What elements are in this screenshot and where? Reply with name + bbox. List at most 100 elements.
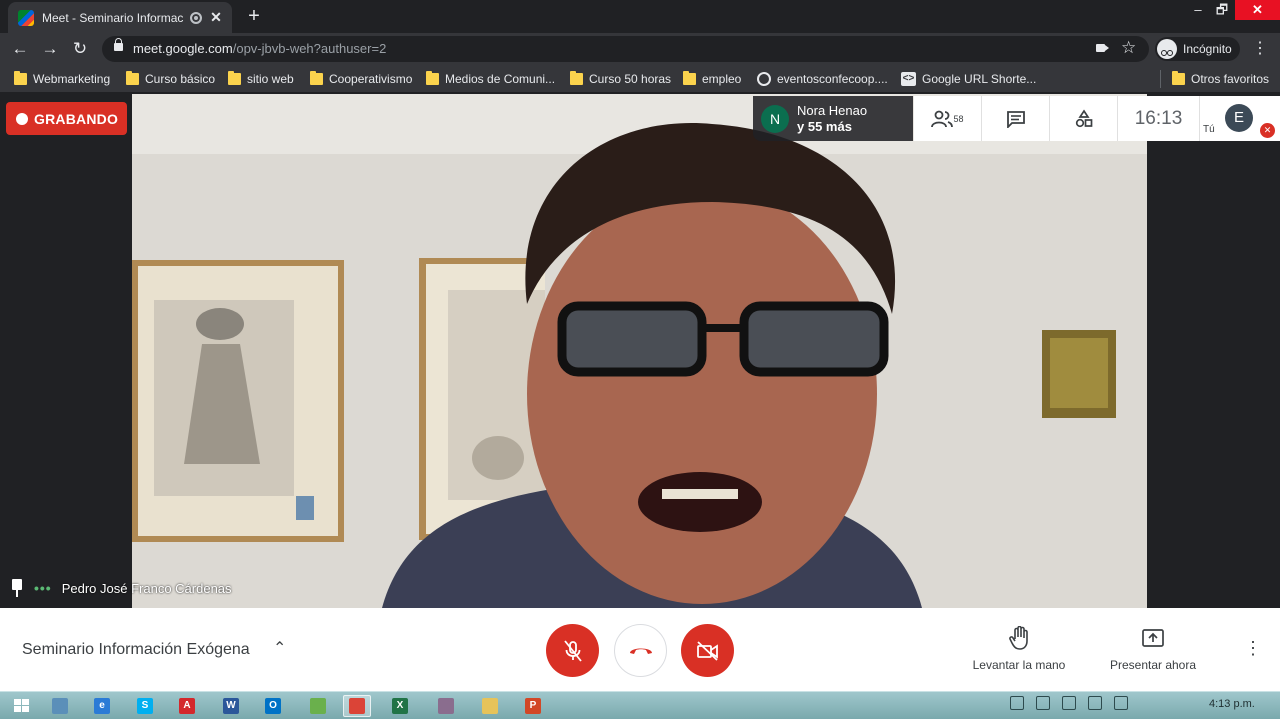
folder-icon (1172, 71, 1185, 85)
taskbar-app-icon (52, 698, 68, 714)
browser-tab-meet[interactable]: Meet - Seminario Informació ✕ (8, 2, 232, 33)
meeting-title[interactable]: Seminario Información Exógena (22, 641, 250, 659)
taskbar-app-acrobat[interactable]: A (173, 695, 201, 717)
tab-title: Meet - Seminario Informació (42, 10, 184, 25)
bookmark-eventosconfecoop[interactable]: eventosconfecoop.... (757, 71, 888, 87)
microphone-toggle-button[interactable] (546, 624, 599, 677)
self-tile[interactable]: Tú E ✕ (1200, 96, 1280, 141)
people-button[interactable]: 58 (914, 96, 982, 141)
people-icon (931, 110, 954, 127)
taskbar-app-word[interactable]: W (217, 695, 245, 717)
incognito-button[interactable]: Incógnito (1155, 37, 1240, 61)
participants-chip[interactable]: N Nora Henao y 55 más (753, 96, 913, 141)
browser-toolbar: ← → ↻ meet.google.com/opv-jbvb-weh?authu… (0, 33, 1280, 65)
folder-icon (126, 71, 139, 85)
bookmark-curso-basico[interactable]: Curso básico (126, 71, 215, 87)
bookmark-label: Otros favoritos (1191, 72, 1270, 86)
new-tab-button[interactable]: + (243, 5, 265, 28)
bookmark-medios-comunicacion[interactable]: Medios de Comuni... (426, 71, 555, 87)
word-icon: W (223, 698, 239, 714)
system-tray (1010, 696, 1128, 710)
video-frame-image (132, 94, 1147, 608)
window-close-button[interactable]: ✕ (1235, 0, 1280, 20)
system-clock[interactable]: 4:13 p.m. (1209, 698, 1255, 710)
tab-close-icon[interactable]: ✕ (208, 9, 224, 26)
taskbar-app-ie[interactable]: e (88, 695, 116, 717)
participant-name: Nora Henao (797, 102, 868, 118)
bookmark-label: Google URL Shorte... (922, 72, 1037, 86)
bookmark-empleo[interactable]: empleo (683, 71, 741, 87)
meet-stage: GRABANDO N Nora Henao y 55 más 58 16:13 … (0, 94, 1280, 608)
reload-button[interactable]: ↻ (68, 37, 92, 61)
window-minimize-button[interactable]: – (1184, 0, 1212, 20)
forward-button[interactable]: → (38, 37, 62, 61)
tab-strip: Meet - Seminario Informació ✕ + – 🗗 ✕ (0, 0, 1280, 33)
more-options-icon[interactable]: ⋮ (1244, 638, 1262, 659)
windows-taskbar: e S A W O X P 4:13 p.m. (0, 691, 1280, 719)
address-bar[interactable]: meet.google.com/opv-jbvb-weh?authuser=2 … (102, 36, 1149, 62)
bookmark-sitio-web[interactable]: sitio web (228, 71, 294, 87)
leave-call-button[interactable] (614, 624, 667, 677)
hangup-phone-icon (629, 648, 652, 654)
taskbar-app-app6[interactable] (304, 695, 332, 717)
participant-count: 58 (953, 113, 964, 124)
meeting-clock: 16:13 (1118, 96, 1200, 141)
outlook-icon: O (265, 698, 281, 714)
recording-badge[interactable]: GRABANDO (6, 102, 127, 135)
start-button[interactable] (8, 695, 36, 717)
shapes-icon (1075, 108, 1092, 127)
taskbar-app-explorer[interactable] (476, 695, 504, 717)
present-now-button[interactable]: Presentar ahora (1093, 626, 1213, 672)
mic-off-icon (563, 639, 582, 662)
bookmark-label: Curso 50 horas (589, 72, 672, 86)
skype-icon: S (137, 698, 153, 714)
raise-hand-button[interactable]: Levantar la mano (959, 626, 1079, 672)
chevron-up-icon[interactable]: ⌃ (273, 638, 286, 658)
folder-icon (310, 71, 323, 85)
bookmark-label: empleo (702, 72, 742, 86)
volume-icon[interactable] (1114, 696, 1128, 710)
pin-icon[interactable] (10, 579, 24, 597)
browser-menu-icon[interactable]: ⋮ (1252, 37, 1268, 61)
bookmark-star-icon[interactable]: ☆ (1121, 38, 1136, 58)
meet-bottom-bar: Seminario Información Exógena ⌃ Levantar… (0, 608, 1280, 691)
bookmark-otros-favoritos[interactable]: Otros favoritos (1172, 71, 1269, 87)
taskbar-app-outlook[interactable]: O (259, 695, 287, 717)
hand-icon (1009, 626, 1028, 650)
taskbar-app-1[interactable] (46, 695, 74, 717)
camera-in-use-icon[interactable] (1096, 44, 1109, 52)
tray-icon-1[interactable] (1010, 696, 1024, 710)
chat-button[interactable] (982, 96, 1050, 141)
bookmarks-bar: Webmarketing Curso básico sitio web Coop… (0, 65, 1280, 93)
ie-icon: e (94, 698, 110, 714)
participant-others: y 55 más (797, 118, 852, 134)
network-icon[interactable] (1088, 696, 1102, 710)
camera-toggle-button[interactable] (681, 624, 734, 677)
tab-recording-indicator-icon (190, 11, 202, 24)
speaker-name: Pedro José Franco Cárdenas (61, 580, 232, 596)
acrobat-icon: A (179, 698, 195, 714)
activities-button[interactable] (1050, 96, 1118, 141)
tray-icon-3[interactable] (1062, 696, 1076, 710)
app6-icon (310, 698, 326, 714)
explorer-icon (482, 698, 498, 714)
taskbar-app-skype[interactable]: S (131, 695, 159, 717)
tray-icon-2[interactable] (1036, 696, 1050, 710)
url-text[interactable]: meet.google.com/opv-jbvb-weh?authuser=2 (133, 41, 386, 56)
bookmark-webmarketing[interactable]: Webmarketing (14, 71, 110, 87)
taskbar-app-app9[interactable] (432, 695, 460, 717)
back-button[interactable]: ← (8, 37, 32, 61)
raise-hand-label: Levantar la mano (972, 658, 1066, 672)
bookmark-label: sitio web (247, 72, 294, 86)
bookmarks-separator (1160, 70, 1161, 88)
url-shortener-icon: <> (901, 72, 916, 86)
window-restore-button[interactable]: 🗗 (1210, 0, 1234, 20)
taskbar-app-excel[interactable]: X (386, 695, 414, 717)
participant-names: Nora Henao y 55 más (797, 103, 867, 135)
bookmark-curso-50-horas[interactable]: Curso 50 horas (570, 71, 671, 87)
bookmark-google-url-shortener[interactable]: <> Google URL Shorte... (901, 71, 1036, 87)
bookmark-cooperativismo[interactable]: Cooperativismo (310, 71, 412, 87)
recording-dot-icon (16, 112, 28, 125)
taskbar-app-powerpoint[interactable]: P (519, 695, 547, 717)
taskbar-app-chrome[interactable] (343, 695, 371, 717)
